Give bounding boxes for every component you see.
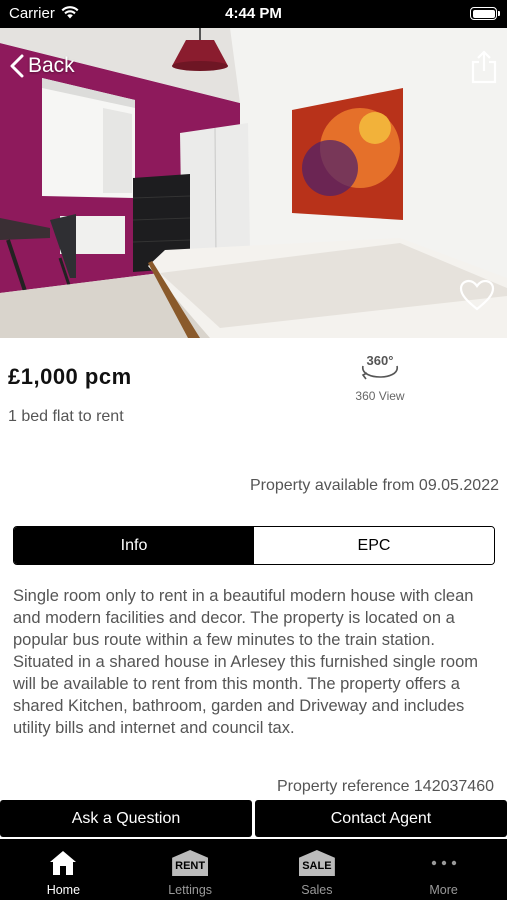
tab-sales-label: Sales <box>301 883 333 897</box>
action-bar: Ask a Question Contact Agent <box>0 800 507 837</box>
property-description: Single room only to rent in a beautiful … <box>13 587 479 737</box>
chevron-left-icon <box>10 54 24 78</box>
property-photo[interactable]: Back <box>0 28 507 338</box>
back-label: Back <box>28 54 75 77</box>
favourite-button[interactable] <box>459 279 495 316</box>
property-reference: Property reference 142037460 <box>276 778 494 795</box>
view360-label: 360 View <box>355 389 405 403</box>
rent-sign-icon: RENT <box>172 850 209 876</box>
tab-epc[interactable]: EPC <box>254 527 494 564</box>
tab-home-label: Home <box>46 883 81 897</box>
sale-sign-icon: SALE <box>298 850 335 876</box>
tab-lettings-label: Lettings <box>168 883 213 897</box>
svg-text:360°: 360° <box>367 353 394 368</box>
rotate-360-icon: 360° <box>361 353 398 380</box>
tab-home[interactable]: Home <box>0 839 127 900</box>
heart-icon <box>459 279 495 311</box>
ask-question-button[interactable]: Ask a Question <box>0 800 252 837</box>
view360-button[interactable]: 360° 360 View <box>340 350 420 403</box>
tab-info[interactable]: Info <box>14 527 254 564</box>
info-epc-tabs: Info EPC <box>13 526 495 565</box>
tab-more[interactable]: More <box>380 839 507 900</box>
price: £1,000 pcm <box>8 364 132 389</box>
bottom-tab-bar: Home RENT Lettings SALE Sales More <box>0 839 507 900</box>
property-type: 1 bed flat to rent <box>8 408 124 425</box>
tab-lettings[interactable]: RENT Lettings <box>127 839 254 900</box>
tab-sales[interactable]: SALE Sales <box>254 839 381 900</box>
status-time: 4:44 PM <box>225 5 282 22</box>
battery-icon <box>470 7 500 20</box>
status-bar: Carrier 4:44 PM <box>0 0 507 28</box>
house-icon <box>50 851 77 875</box>
tab-more-label: More <box>429 883 458 897</box>
share-icon <box>471 50 497 84</box>
ellipsis-icon <box>431 860 456 866</box>
availability-date: Property available from 09.05.2022 <box>249 477 499 494</box>
back-button[interactable]: Back <box>10 54 75 78</box>
share-button[interactable] <box>471 50 497 89</box>
bedroom-image <box>0 28 507 338</box>
contact-agent-button[interactable]: Contact Agent <box>255 800 507 837</box>
